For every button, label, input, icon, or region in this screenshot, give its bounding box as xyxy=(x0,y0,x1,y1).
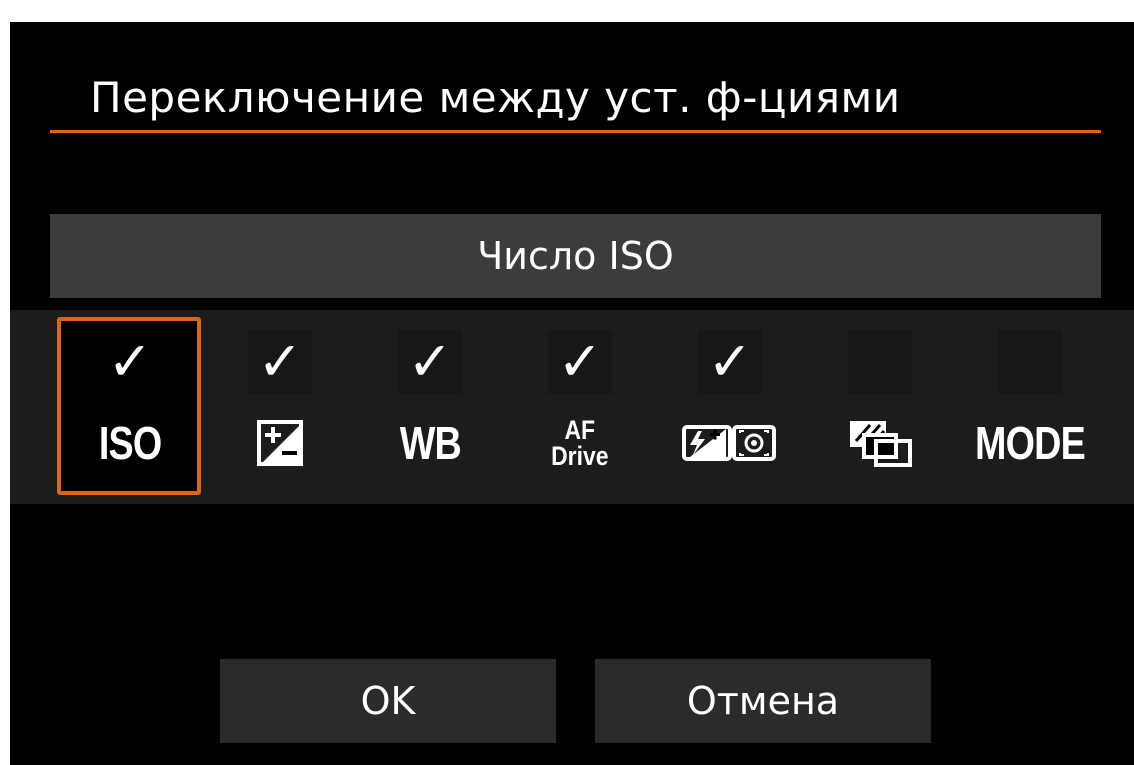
checkbox[interactable]: ✓ xyxy=(248,330,312,394)
function-item-iso[interactable]: ✓ ISO xyxy=(60,310,200,504)
check-icon: ✓ xyxy=(407,332,453,392)
checkbox[interactable] xyxy=(998,330,1062,394)
function-item-white-balance[interactable]: ✓ WB xyxy=(360,310,500,504)
cancel-button[interactable]: Отмена xyxy=(595,659,931,743)
function-label: WB xyxy=(399,417,461,469)
camera-screen: Переключение между уст. ф-циями Число IS… xyxy=(10,22,1134,765)
flash-exposure-metering-icon xyxy=(682,425,776,461)
check-icon: ✓ xyxy=(707,332,753,392)
function-item-mode[interactable]: MODE xyxy=(960,310,1100,504)
checkbox[interactable]: ✓ xyxy=(98,330,162,394)
function-item-flash-metering[interactable]: ✓ xyxy=(660,310,800,504)
function-item-exposure-compensation[interactable]: ✓ xyxy=(210,310,350,504)
checkbox[interactable]: ✓ xyxy=(698,330,762,394)
check-icon: ✓ xyxy=(107,332,153,392)
exposure-compensation-icon xyxy=(257,420,303,466)
checkbox[interactable]: ✓ xyxy=(548,330,612,394)
function-item-af-drive[interactable]: ✓ AF Drive xyxy=(510,310,650,504)
check-icon: ✓ xyxy=(257,332,303,392)
multi-shot-icon xyxy=(850,421,912,467)
selected-function-name: Число ISO xyxy=(50,214,1101,298)
page-title: Переключение между уст. ф-циями xyxy=(90,73,901,122)
checkbox[interactable] xyxy=(848,330,912,394)
function-label: AF Drive xyxy=(551,415,609,471)
ok-button[interactable]: OK xyxy=(220,659,556,743)
check-icon: ✓ xyxy=(557,332,603,392)
function-label: ISO xyxy=(98,417,162,469)
title-divider xyxy=(50,130,1101,133)
function-item-multi-shot[interactable] xyxy=(810,310,950,504)
function-label: MODE xyxy=(975,417,1086,469)
checkbox[interactable]: ✓ xyxy=(398,330,462,394)
function-items: ✓ ISO ✓ ✓ WB ✓ AF Drive ✓ MODE xyxy=(10,310,1134,504)
